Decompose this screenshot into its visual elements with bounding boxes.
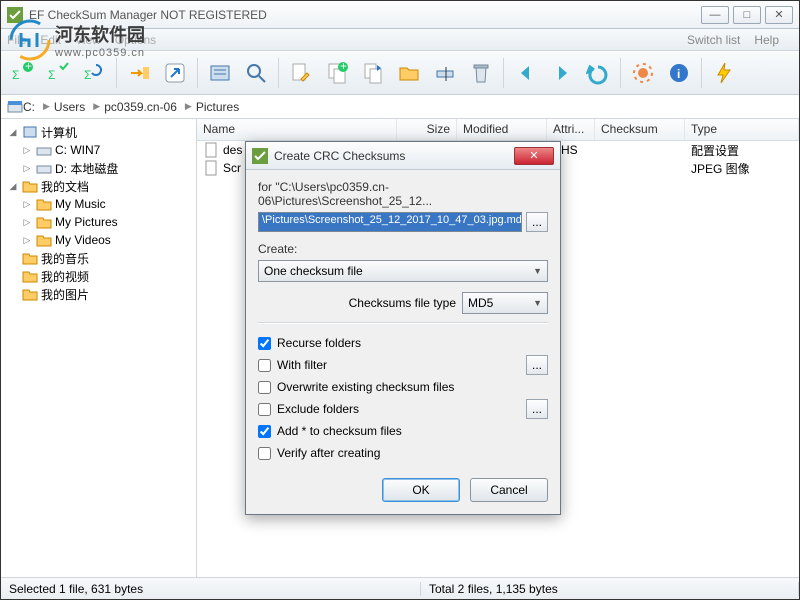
exclude-checkbox[interactable] (258, 403, 271, 416)
tool-forward[interactable] (545, 56, 579, 90)
tree-node[interactable]: 我的图片 (3, 285, 194, 303)
tree-node[interactable]: 我的视频 (3, 267, 194, 285)
option-overwrite[interactable]: Overwrite existing checksum files (258, 376, 548, 398)
crumb-users[interactable]: Users (54, 100, 85, 114)
browse-path-button[interactable]: ... (526, 212, 548, 232)
maximize-button[interactable]: □ (733, 6, 761, 24)
cancel-button[interactable]: Cancel (470, 478, 548, 502)
option-recurse[interactable]: Recurse folders (258, 332, 548, 354)
option-with-filter[interactable]: With filter... (258, 354, 548, 376)
tool-back[interactable] (509, 56, 543, 90)
svg-text:Σ: Σ (84, 68, 91, 82)
tool-delete[interactable] (464, 56, 498, 90)
tree-root[interactable]: ◢计算机 (3, 123, 194, 141)
tree-node[interactable]: ▷My Pictures (3, 213, 194, 231)
file-icon (203, 142, 219, 158)
tool-shortcut[interactable] (158, 56, 192, 90)
col-attr[interactable]: Attri... (547, 119, 595, 140)
watermark-overlay: 河东软件园 www.pc0359.cn (9, 19, 145, 61)
svg-text:+: + (340, 61, 347, 73)
addstar-checkbox[interactable] (258, 425, 271, 438)
folder-tree[interactable]: ◢计算机 ▷C: WIN7 ▷D: 本地磁盘 ◢我的文档 ▷My Music ▷… (1, 119, 197, 577)
col-name[interactable]: Name (197, 119, 397, 140)
list-header: Name Size Modified Attri... Checksum Typ… (197, 119, 799, 141)
recurse-checkbox[interactable] (258, 337, 271, 350)
dialog-icon (252, 148, 268, 164)
watermark-url: www.pc0359.cn (55, 47, 145, 59)
filter-browse-button[interactable]: ... (526, 355, 548, 375)
tool-new-folder[interactable] (392, 56, 426, 90)
for-label: for "C:\Users\pc0359.cn-06\Pictures\Scre… (258, 180, 548, 208)
tree-node[interactable]: 我的音乐 (3, 249, 194, 267)
tree-node[interactable]: ▷C: WIN7 (3, 141, 194, 159)
crumb-pictures[interactable]: Pictures (196, 100, 239, 114)
chevron-right-icon: ▶ (185, 101, 192, 112)
col-checksum[interactable]: Checksum (595, 119, 685, 140)
chevron-right-icon: ▶ (43, 101, 50, 112)
filter-checkbox[interactable] (258, 359, 271, 372)
drive-icon (7, 99, 23, 115)
crumb-drive[interactable]: C: (23, 100, 35, 114)
exclude-browse-button[interactable]: ... (526, 399, 548, 419)
tool-action[interactable] (707, 56, 741, 90)
chevron-down-icon: ▼ (533, 266, 542, 276)
svg-text:Σ: Σ (48, 68, 55, 82)
create-label: Create: (258, 242, 548, 256)
overwrite-checkbox[interactable] (258, 381, 271, 394)
dialog-title: Create CRC Checksums (274, 149, 514, 163)
create-mode-combo[interactable]: One checksum file▼ (258, 260, 548, 282)
option-exclude[interactable]: Exclude folders... (258, 398, 548, 420)
minimize-button[interactable]: — (701, 6, 729, 24)
verify-checkbox[interactable] (258, 447, 271, 460)
chevron-down-icon: ▼ (533, 298, 542, 308)
tree-node[interactable]: ▷My Videos (3, 231, 194, 249)
create-checksums-dialog: Create CRC Checksums ✕ for "C:\Users\pc0… (245, 141, 561, 515)
chevron-right-icon: ▶ (93, 101, 100, 112)
dialog-titlebar[interactable]: Create CRC Checksums ✕ (246, 142, 560, 170)
col-size[interactable]: Size (397, 119, 457, 140)
close-button[interactable]: ✕ (765, 6, 793, 24)
output-path-input[interactable]: \Pictures\Screenshot_25_12_2017_10_47_03… (258, 212, 522, 232)
menu-help[interactable]: Help (754, 33, 779, 47)
svg-text:+: + (25, 61, 32, 73)
col-type[interactable]: Type (685, 119, 799, 140)
option-add-star[interactable]: Add * to checksum files (258, 420, 548, 442)
crumb-user[interactable]: pc0359.cn-06 (104, 100, 177, 114)
dialog-close-button[interactable]: ✕ (514, 147, 554, 165)
file-icon (203, 160, 219, 176)
watermark-logo-icon (9, 19, 51, 61)
status-right: Total 2 files, 1,135 bytes (421, 582, 799, 596)
filetype-combo[interactable]: MD5▼ (462, 292, 548, 314)
tool-undo[interactable] (581, 56, 615, 90)
ok-button[interactable]: OK (382, 478, 460, 502)
tree-node[interactable]: ◢我的文档 (3, 177, 194, 195)
status-left: Selected 1 file, 631 bytes (1, 582, 421, 596)
tool-move[interactable] (356, 56, 390, 90)
tool-rename[interactable] (428, 56, 462, 90)
tool-copy[interactable]: + (320, 56, 354, 90)
col-modified[interactable]: Modified (457, 119, 547, 140)
svg-text:i: i (677, 67, 680, 81)
svg-text:Σ: Σ (12, 68, 19, 82)
breadcrumb[interactable]: C: ▶ Users ▶ pc0359.cn-06 ▶ Pictures (1, 95, 799, 119)
option-verify[interactable]: Verify after creating (258, 442, 548, 464)
tool-properties[interactable] (203, 56, 237, 90)
tool-search[interactable] (239, 56, 273, 90)
tool-info[interactable]: i (662, 56, 696, 90)
tool-settings[interactable] (626, 56, 660, 90)
tree-node[interactable]: ▷My Music (3, 195, 194, 213)
filetype-label: Checksums file type (349, 296, 456, 310)
menu-switch-list[interactable]: Switch list (687, 33, 740, 47)
statusbar: Selected 1 file, 631 bytes Total 2 files… (1, 577, 799, 599)
tool-edit[interactable] (284, 56, 318, 90)
tree-node[interactable]: ▷D: 本地磁盘 (3, 159, 194, 177)
watermark-name: 河东软件园 (55, 21, 145, 47)
